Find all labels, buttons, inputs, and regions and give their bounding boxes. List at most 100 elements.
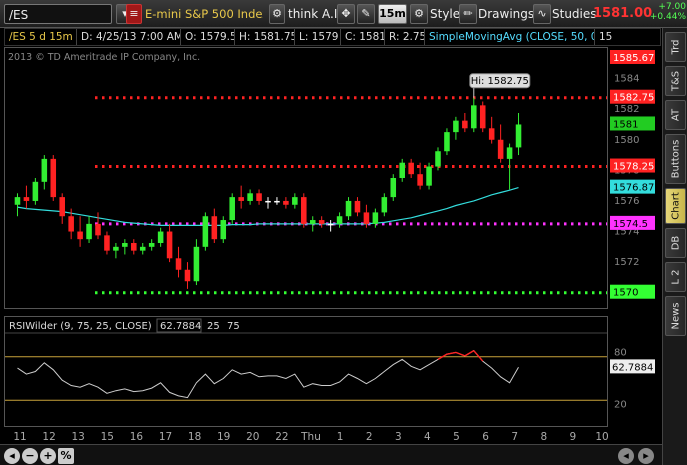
- candle-body: [381, 197, 388, 213]
- minus-icon: −: [25, 449, 35, 462]
- last-price: 1581.00: [593, 6, 653, 21]
- time-tick-label: 18: [188, 431, 201, 443]
- studies-label[interactable]: Studies: [552, 4, 597, 24]
- candle-body: [265, 200, 271, 203]
- tab-label: AT: [670, 108, 681, 122]
- candle-body: [86, 223, 92, 240]
- info-close: C: 1581: [341, 29, 385, 45]
- candle-body: [345, 200, 352, 217]
- time-tick-label: 6: [482, 431, 489, 443]
- tab-chart[interactable]: Chart: [665, 188, 686, 224]
- info-study: SimpleMovingAvg (CLOSE, 50, 0): [425, 29, 595, 45]
- instrument-description: E-mini S&P 500 Index Fu...: [145, 7, 263, 21]
- pan-right-button[interactable]: ▸: [638, 448, 654, 464]
- candle-body: [471, 105, 477, 129]
- collapse-button[interactable]: ◂: [4, 448, 20, 464]
- info-range: R: 2.75: [385, 29, 425, 45]
- time-tick-label: 8: [540, 431, 547, 443]
- candle-body: [247, 193, 253, 201]
- symbol-input[interactable]: /ES: [4, 4, 112, 24]
- candle-body: [336, 216, 343, 224]
- tab-label: L 2: [670, 269, 681, 285]
- percent-change: +0.44%: [649, 12, 686, 22]
- zoom-in-button[interactable]: +: [40, 448, 56, 464]
- candle-body: [68, 216, 74, 232]
- info-date: D: 4/25/13 7:00 AM: [77, 29, 181, 45]
- candle-body: [283, 200, 289, 205]
- time-tick-label: 10: [595, 431, 608, 443]
- tab-l-2[interactable]: L 2: [665, 262, 686, 292]
- style-button[interactable]: ⚙: [410, 4, 428, 24]
- toolbar: /ES ▾ ≡ E-mini S&P 500 Index Fu... ⚙ thi…: [0, 0, 687, 28]
- crosshair-tool-button[interactable]: ✥: [337, 4, 355, 24]
- candle-body: [131, 243, 137, 251]
- candle-body: [32, 181, 39, 201]
- candle-body: [113, 246, 119, 251]
- tab-trd[interactable]: Trd: [665, 32, 686, 62]
- price-tick-label: 1584: [614, 74, 639, 85]
- candle-body: [77, 231, 83, 240]
- candle-body: [202, 216, 209, 247]
- rsi-oversold-param: 75: [227, 321, 240, 332]
- rsi-title: RSIWilder (9, 75, 25, CLOSE): [9, 321, 152, 332]
- percent-button[interactable]: %: [58, 448, 74, 464]
- info-symbol-period: /ES 5 d 15m: [5, 29, 77, 45]
- price-axis-svg: 15841582158015781576157415721585.671582.…: [610, 50, 655, 411]
- candle-body: [157, 231, 164, 243]
- price-pane: 2013 © TD Ameritrade IP Company, Inc. Hi:…: [4, 47, 608, 309]
- time-tick-label: 4: [424, 431, 431, 443]
- candle-body: [184, 269, 191, 282]
- candle-body: [193, 246, 200, 282]
- time-axis[interactable]: 11 12 13 15 16 17 18 19 20 22 Thu 1 2 3 4 5 6 7 8 9 10: [4, 427, 608, 444]
- tab-t-s[interactable]: T&S: [665, 66, 686, 96]
- pan-left-button[interactable]: ◂: [618, 448, 634, 464]
- symbol-text: /ES: [9, 8, 29, 22]
- top-price-label: 1585.67: [613, 53, 654, 64]
- candle-body: [256, 193, 262, 201]
- level-tag: 1582.75: [613, 93, 654, 104]
- candle-body: [488, 128, 495, 140]
- gear-icon: ⚙: [272, 7, 282, 20]
- link-icon: ≡: [129, 7, 139, 20]
- pencil-icon: ✏: [463, 7, 473, 20]
- time-tick-label: 2: [366, 431, 373, 443]
- price-chart-svg: 2013 © TD Ameritrade IP Company, Inc. Hi:…: [8, 52, 607, 295]
- time-tick-label: 17: [159, 431, 172, 443]
- tab-at[interactable]: AT: [665, 100, 686, 130]
- tab-label: T&S: [670, 70, 681, 92]
- link-group-button[interactable]: ≡: [126, 4, 142, 24]
- candle-body: [301, 197, 307, 224]
- drawings-label[interactable]: Drawings: [478, 4, 534, 24]
- interval-selector[interactable]: 15m: [378, 4, 407, 24]
- studies-button[interactable]: ∿: [533, 4, 551, 24]
- zoom-out-button[interactable]: −: [22, 448, 38, 464]
- info-more: 15: [599, 31, 613, 43]
- drawings-button[interactable]: ✏: [459, 4, 477, 24]
- tab-news[interactable]: News: [665, 296, 686, 336]
- candle-body: [318, 220, 325, 224]
- candle-body: [50, 158, 57, 198]
- settings-button[interactable]: ⚙: [269, 4, 285, 24]
- crosshair-icon: ✥: [341, 7, 351, 20]
- candle-body: [166, 231, 173, 259]
- wrench-tool-button[interactable]: ✎: [357, 4, 375, 24]
- tab-db[interactable]: DB: [665, 228, 686, 258]
- candle-body: [175, 258, 182, 270]
- price-axis[interactable]: 15841582158015781576157415721585.671582.…: [608, 47, 661, 427]
- tab-buttons[interactable]: Buttons: [665, 134, 686, 184]
- style-label[interactable]: Style: [430, 4, 460, 24]
- think-ai-label[interactable]: think A.I.: [288, 4, 341, 24]
- candle-body: [211, 216, 218, 240]
- candle-body: [417, 174, 423, 186]
- candle-body: [327, 223, 334, 226]
- arrow-left-icon: ◂: [9, 449, 15, 462]
- tab-label: Buttons: [670, 139, 681, 179]
- candle-body: [363, 212, 370, 224]
- candle-body: [444, 132, 450, 152]
- time-tick-label: 15: [101, 431, 114, 443]
- candle-body: [515, 124, 522, 148]
- candle-body: [104, 235, 110, 251]
- candle-body: [399, 162, 405, 178]
- candle-body: [23, 197, 30, 201]
- candle-body: [274, 200, 280, 203]
